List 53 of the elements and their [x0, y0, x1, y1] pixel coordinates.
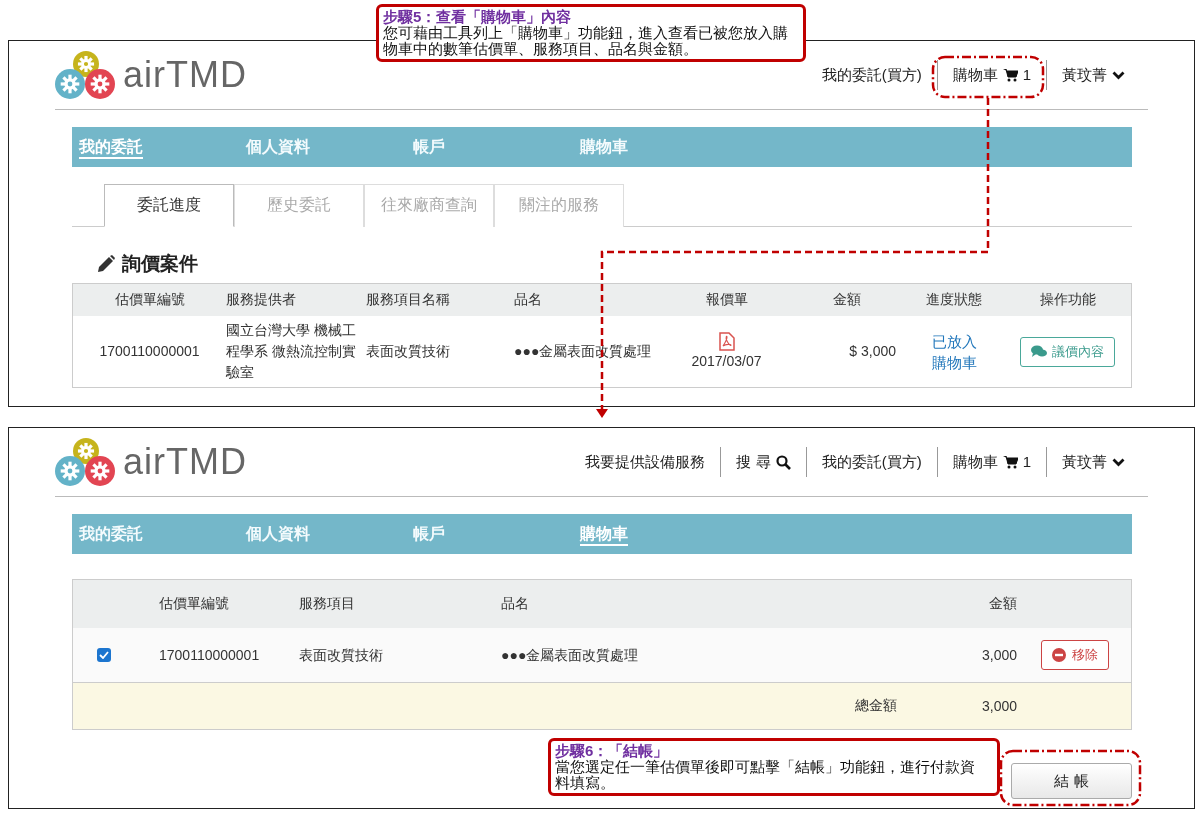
- table-cell-text: 表面改質技術: [366, 342, 451, 361]
- pdf-file-icon[interactable]: [718, 331, 735, 351]
- callout-title: 步驟6：「結帳」: [555, 743, 670, 759]
- nav-link[interactable]: 我的委託(買方): [806, 60, 937, 90]
- search-link[interactable]: 搜 尋: [720, 447, 806, 477]
- column-header: 服務項目: [299, 595, 356, 613]
- cart-link[interactable]: 購物車 1: [936, 60, 1046, 90]
- table-cell-text: 1700110000001: [159, 645, 261, 665]
- cart-link[interactable]: 購物車 1: [936, 447, 1046, 477]
- status-link[interactable]: 已放入購物車: [904, 330, 1004, 373]
- checkout-button[interactable]: 結 帳: [1011, 763, 1132, 799]
- remove-button[interactable]: 移除: [1041, 640, 1109, 670]
- chevron-down-icon: [1112, 70, 1125, 80]
- sub-tab[interactable]: 委託進度: [104, 184, 234, 227]
- table-cell-text: 2017/03/07: [691, 351, 762, 371]
- table-cell-text: 國立台灣大學 機械工程學系 微熱流控制實驗室: [226, 321, 357, 382]
- nav-link[interactable]: 我的委託(買方): [805, 447, 937, 477]
- callout-title: 步驟5：查看「購物車」內容: [383, 9, 573, 25]
- chevron-down-icon: [1112, 457, 1125, 467]
- column-header: 服務提供者: [226, 291, 297, 309]
- total-label: 總金額: [854, 697, 898, 715]
- column-header: 金額: [831, 291, 862, 309]
- column-header: 品名: [514, 291, 543, 309]
- table-cell-text: $ 3,000: [848, 342, 897, 361]
- column-header: 進度狀態: [925, 291, 983, 309]
- user-menu[interactable]: 黃玟菁: [1046, 447, 1140, 477]
- column-header: 品名: [501, 595, 530, 613]
- chat-bubbles-icon: [1031, 345, 1047, 358]
- callout-text: 您可藉由工具列上「購物車」功能鈕，進入查看已被您放入購物車中的數筆估價單、服務項目、品名與金額。: [383, 25, 789, 57]
- cart-icon: [1002, 455, 1018, 469]
- column-header: 操作功能: [1038, 291, 1097, 309]
- checkbox[interactable]: [97, 648, 111, 662]
- callout-text: 當您選定任一筆估價單後即可點擊「結帳」功能鈕，進行付款資料填寫。: [555, 759, 976, 791]
- pencil-icon: [96, 254, 116, 274]
- negotiation-button[interactable]: 議價內容: [1020, 336, 1115, 367]
- section-title: 詢價案件: [122, 252, 198, 276]
- search-icon: [775, 454, 791, 470]
- table-cell-text: 表面改質技術: [299, 645, 384, 665]
- table-cell-text: ●●●金屬表面改質處理: [501, 645, 640, 665]
- column-header: 估價單編號: [159, 595, 230, 613]
- column-header: 估價單編號: [113, 291, 186, 309]
- table-cell-text: 1700110000001: [98, 342, 201, 361]
- logo-text: airTMD: [123, 54, 247, 96]
- cart-icon: [1002, 68, 1018, 82]
- column-header: 服務項目名稱: [366, 291, 451, 309]
- user-menu[interactable]: 黃玟菁: [1046, 60, 1140, 90]
- total-amount: 3,000: [980, 698, 1017, 714]
- nav-link[interactable]: 我要提供設備服務: [570, 447, 721, 477]
- table-cell-text: 3,000: [980, 645, 1017, 665]
- logo-text: airTMD: [123, 441, 247, 483]
- column-header: 報價單: [704, 291, 749, 309]
- minus-circle-icon: [1052, 648, 1066, 662]
- column-header: 金額: [988, 595, 1017, 613]
